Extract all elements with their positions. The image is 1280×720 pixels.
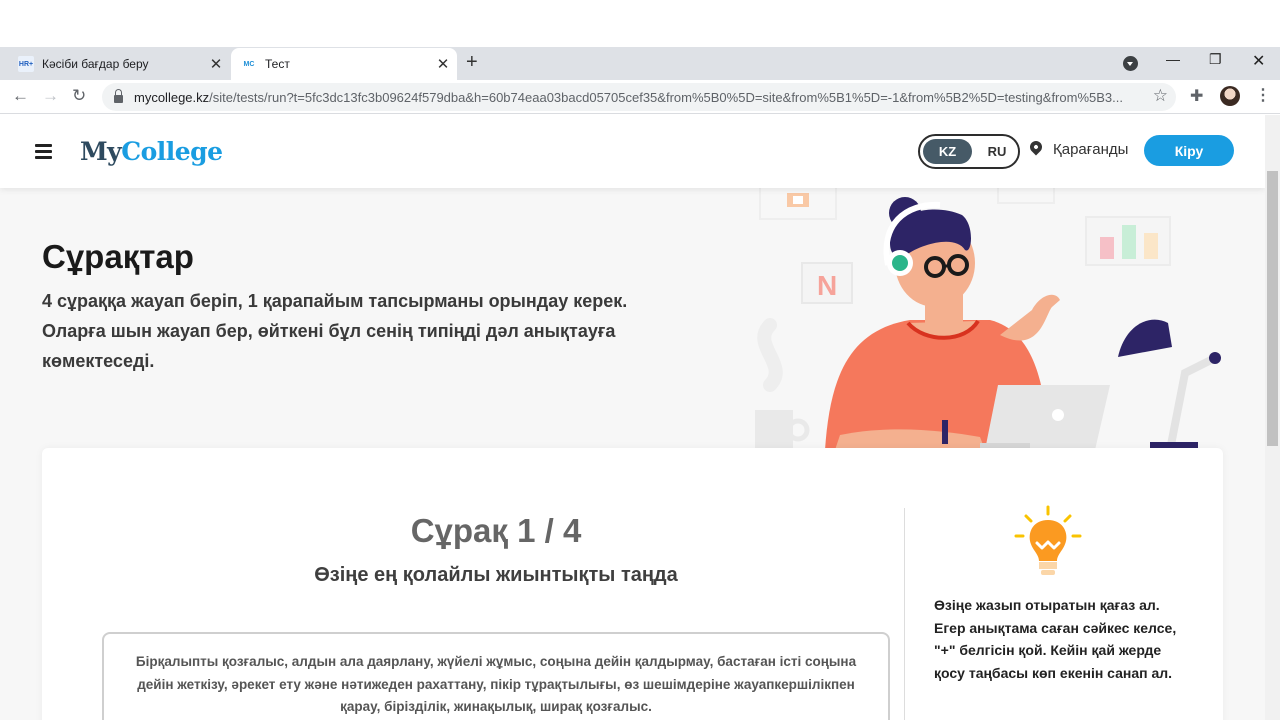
reload-icon[interactable]: ↻ xyxy=(72,86,86,106)
tab-career-guidance[interactable]: HR+ Кәсіби бағдар беру ✕ xyxy=(8,48,230,80)
forward-arrow-icon[interactable]: → xyxy=(42,86,59,106)
hint-text: Өзіңе жазып отыратын қағаз ал. Егер анық… xyxy=(934,597,1177,681)
tab-search-icon[interactable] xyxy=(1123,56,1138,71)
page-title: Сұрақтар xyxy=(42,238,194,275)
lightbulb-icon xyxy=(1014,505,1082,575)
url-domain: mycollege.kz xyxy=(134,89,210,105)
url-text: mycollege.kz/site/tests/run?t=5fc3dc13fc… xyxy=(134,90,1134,105)
tab-test[interactable]: MC Тест ✕ xyxy=(231,48,457,80)
site-header: MyCollege KZ RU Қарағанды Кіру xyxy=(0,115,1265,188)
question-counter: Сұрақ 1 / 4 xyxy=(410,512,582,549)
question-subtitle: Өзіңе ең қолайлы жиынтықты таңда xyxy=(314,564,678,586)
window-close-icon[interactable]: ✕ xyxy=(1252,51,1265,71)
minimize-icon[interactable]: — xyxy=(1166,51,1180,67)
close-icon[interactable]: ✕ xyxy=(433,55,453,73)
hero-description: 4 сұраққа жауап беріп, 1 қарапайым тапсы… xyxy=(42,291,628,371)
lang-kz-button[interactable]: KZ xyxy=(923,139,972,164)
bookmark-star-icon[interactable]: ☆ xyxy=(1153,86,1168,106)
browser-menu-icon[interactable]: ⋮ xyxy=(1255,85,1271,105)
divider xyxy=(904,508,905,720)
profile-avatar[interactable] xyxy=(1220,86,1240,106)
logo-part-college: College xyxy=(121,137,223,166)
tab-title: Тест xyxy=(265,57,290,71)
city-selector[interactable]: Қарағанды xyxy=(1053,141,1128,158)
lang-ru-button[interactable]: RU xyxy=(977,139,1017,164)
browser-tabstrip: HR+ Кәсіби бағдар беру ✕ MC Тест ✕ + — ❐… xyxy=(0,47,1280,80)
url-path: /site/tests/run?t=5fc3dc13fc3b09624f579d… xyxy=(209,89,1123,105)
new-tab-plus-icon[interactable]: + xyxy=(466,51,478,74)
back-arrow-icon[interactable]: ← xyxy=(12,86,29,106)
page-viewport: MyCollege KZ RU Қарағанды Кіру Сұрақтар … xyxy=(0,115,1265,720)
question-card: Сұрақ 1 / 4 Өзіңе ең қолайлы жиынтықты т… xyxy=(42,448,1223,720)
restore-icon[interactable]: ❐ xyxy=(1209,51,1222,68)
answer-option-1[interactable]: Бірқалыпты қозғалыс, алдын ала даярлану,… xyxy=(102,632,890,720)
location-pin-icon xyxy=(1027,138,1045,156)
student-with-laptop-illustration: N xyxy=(755,175,1221,450)
scrollbar-thumb[interactable] xyxy=(1267,171,1278,446)
tab-title: Кәсіби бағдар беру xyxy=(42,57,149,71)
lock-icon xyxy=(114,89,123,103)
login-button[interactable]: Кіру xyxy=(1144,135,1234,166)
close-icon[interactable]: ✕ xyxy=(206,55,226,73)
address-bar[interactable]: mycollege.kz/site/tests/run?t=5fc3dc13fc… xyxy=(102,83,1176,111)
language-switch: KZ RU xyxy=(918,134,1020,169)
svg-text:N: N xyxy=(817,270,837,301)
hr-favicon-icon: HR+ xyxy=(18,56,34,72)
logo-part-my: My xyxy=(80,137,122,166)
mycollege-logo[interactable]: MyCollege xyxy=(80,137,223,166)
mycollege-favicon-icon: MC xyxy=(243,60,255,68)
page-scrollbar[interactable] xyxy=(1265,115,1280,720)
extensions-puzzle-icon[interactable]: ✚ xyxy=(1190,86,1203,106)
hamburger-menu-icon[interactable] xyxy=(35,144,52,159)
browser-toolbar: ← → ↻ mycollege.kz/site/tests/run?t=5fc3… xyxy=(0,80,1280,114)
